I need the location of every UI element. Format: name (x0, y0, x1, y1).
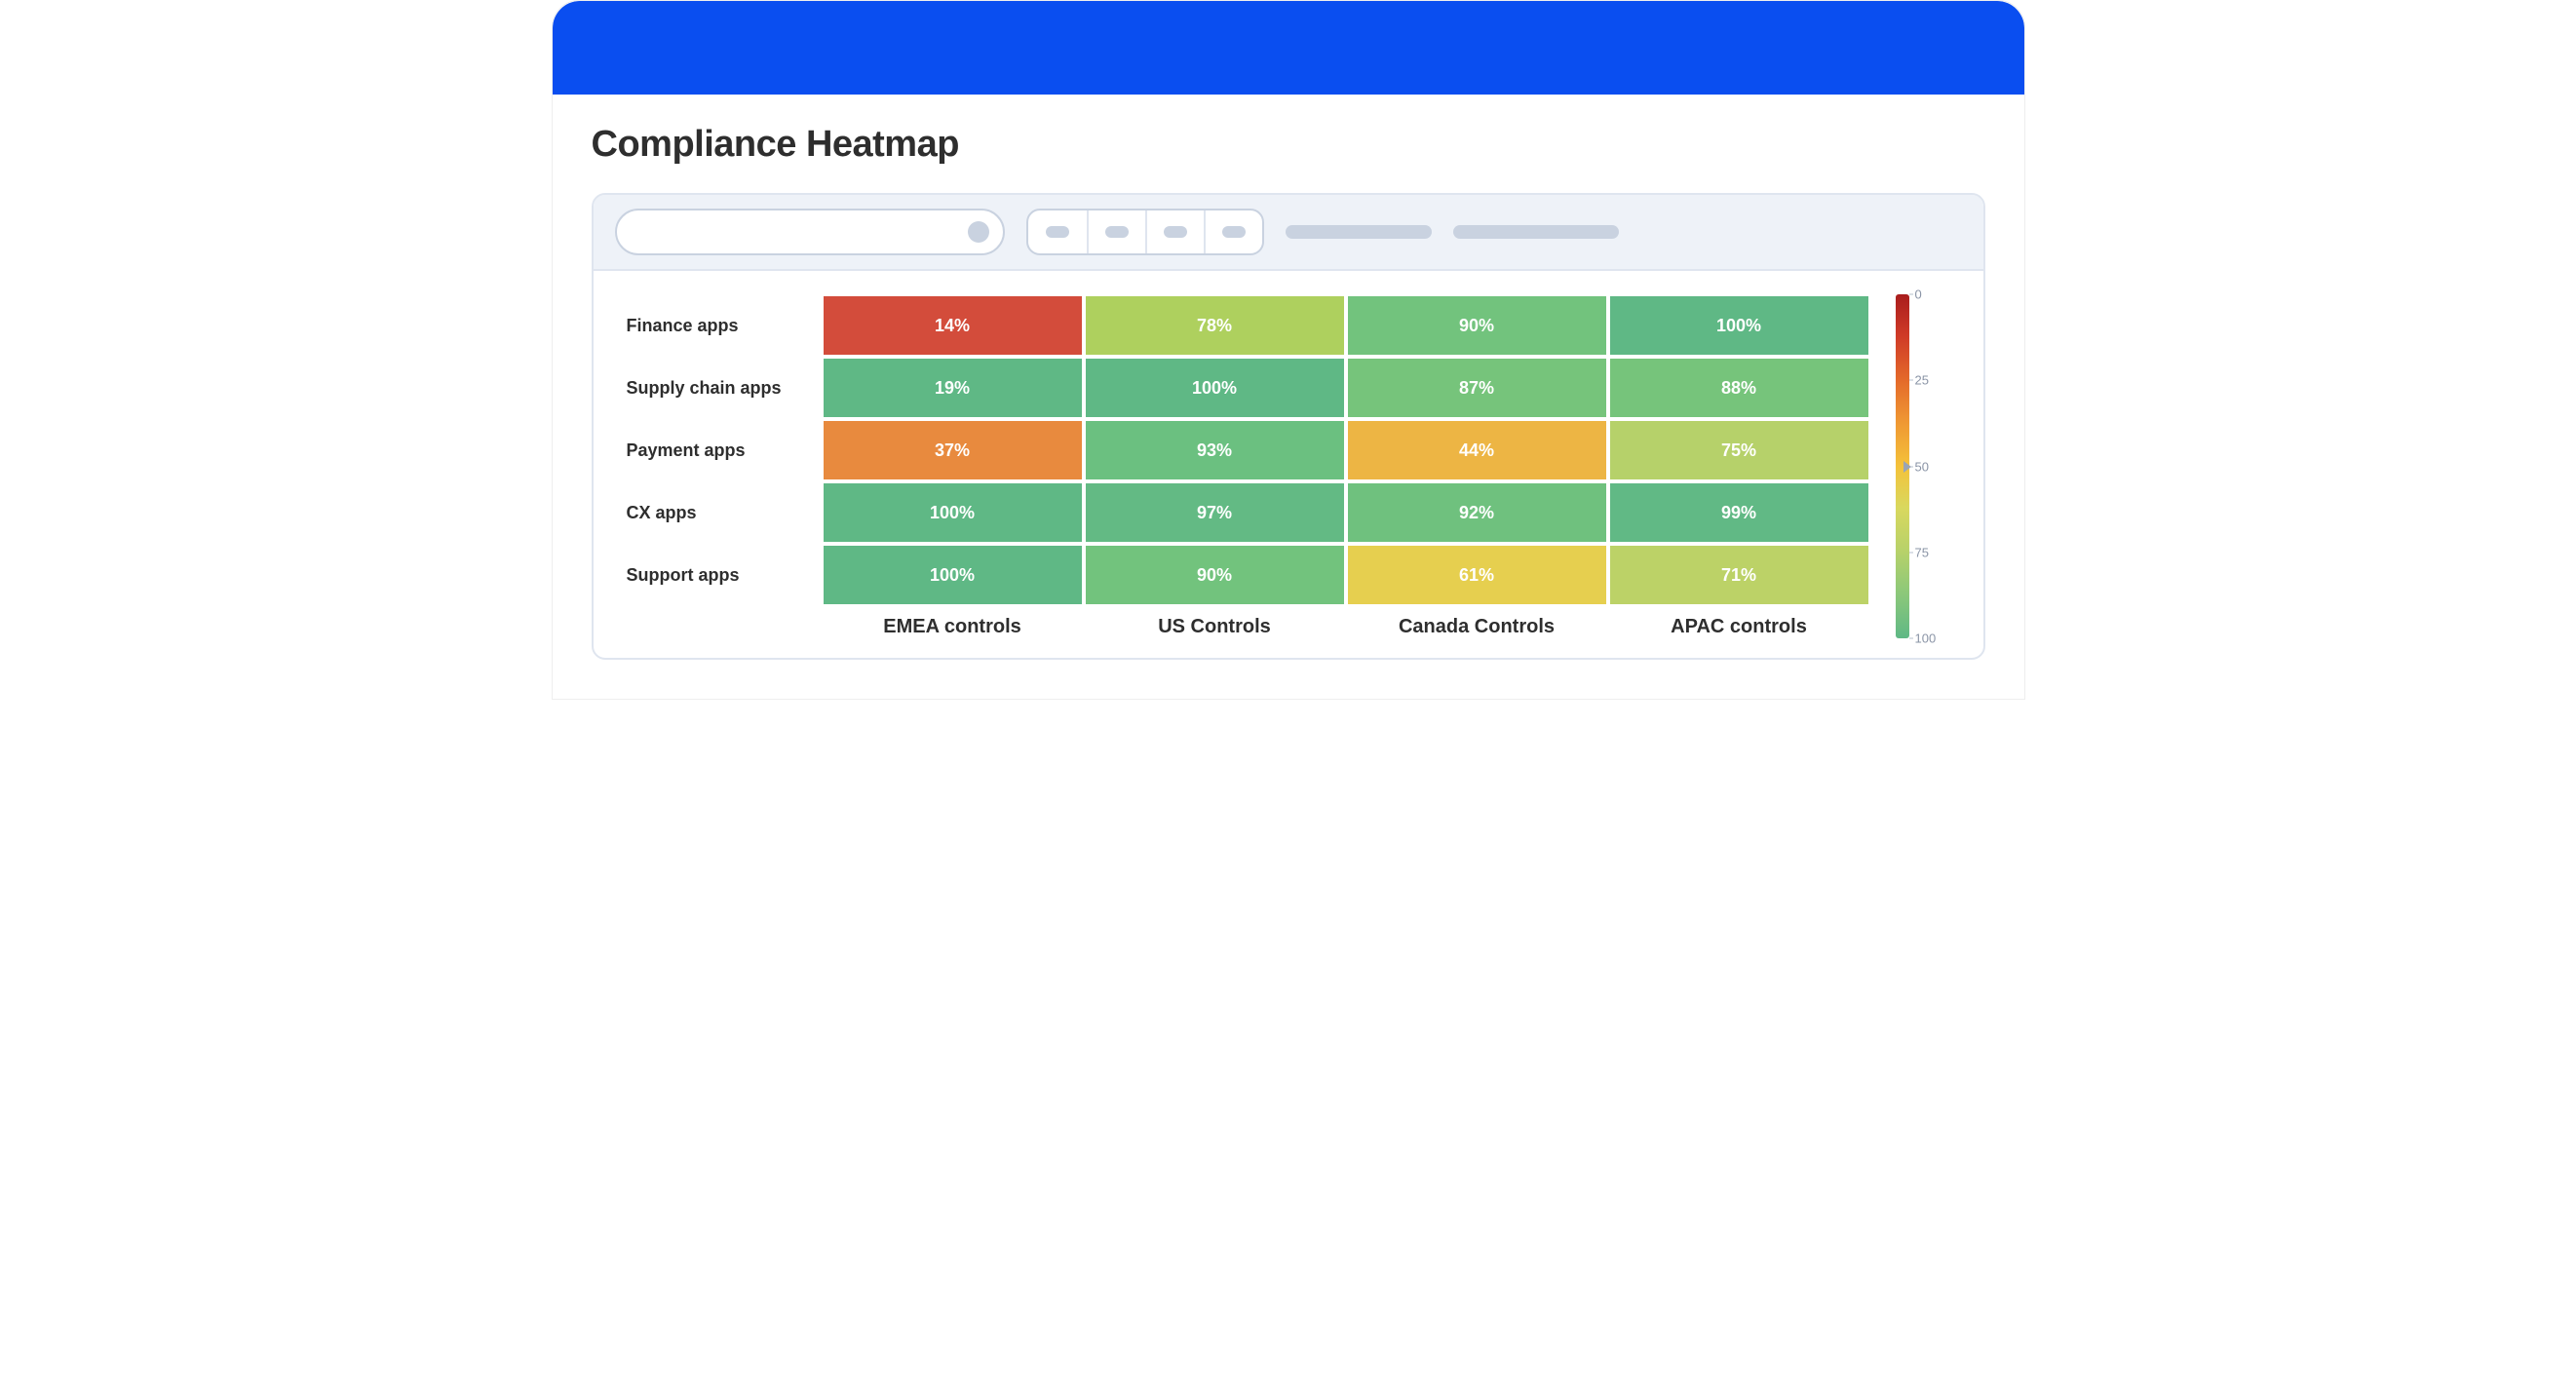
heatmap-panel: Finance apps14%78%90%100%Supply chain ap… (592, 193, 1985, 660)
heatmap-cell[interactable]: 87% (1346, 357, 1608, 419)
heatmap-cell[interactable]: 100% (1084, 357, 1346, 419)
view-toggle-group (1026, 209, 1264, 255)
heatmap-cell[interactable]: 99% (1608, 481, 1870, 544)
heatmap-cell[interactable]: 100% (1608, 294, 1870, 357)
heatmap-grid-wrap: Finance apps14%78%90%100%Supply chain ap… (627, 294, 1870, 638)
row-label: CX apps (627, 481, 822, 544)
column-label: EMEA controls (822, 616, 1084, 638)
heatmap-cell[interactable]: 90% (1084, 544, 1346, 606)
heatmap-cell[interactable]: 92% (1346, 481, 1608, 544)
heatmap-cell[interactable]: 75% (1608, 419, 1870, 481)
legend-marker-icon (1903, 461, 1911, 473)
toolbar (594, 195, 1983, 271)
app-frame: Compliance Heatmap Finance apps14%78%90%… (552, 0, 2025, 700)
heatmap-grid: Finance apps14%78%90%100%Supply chain ap… (627, 294, 1870, 606)
heatmap-cell[interactable]: 37% (822, 419, 1084, 481)
heatmap-cell[interactable]: 90% (1346, 294, 1608, 357)
toolbar-placeholder-1 (1286, 225, 1432, 239)
heatmap-cell[interactable]: 88% (1608, 357, 1870, 419)
search-input[interactable] (615, 209, 1005, 255)
heatmap-cell[interactable]: 100% (822, 481, 1084, 544)
view-toggle-2[interactable] (1087, 210, 1145, 253)
row-label: Payment apps (627, 419, 822, 481)
toolbar-placeholder-2 (1453, 225, 1619, 239)
legend-tick: 75 (1915, 545, 1929, 559)
legend-tick: 100 (1915, 631, 1937, 646)
row-label: Support apps (627, 544, 822, 606)
page-title: Compliance Heatmap (592, 124, 1985, 166)
color-legend: 0255075100 (1896, 294, 1950, 638)
heatmap-cell[interactable]: 61% (1346, 544, 1608, 606)
heatmap-cell[interactable]: 100% (822, 544, 1084, 606)
column-labels: EMEA controlsUS ControlsCanada ControlsA… (627, 616, 1870, 638)
column-label: US Controls (1084, 616, 1346, 638)
header-bar (553, 1, 2024, 95)
heatmap-cell[interactable]: 78% (1084, 294, 1346, 357)
row-label: Finance apps (627, 294, 822, 357)
legend-tick: 50 (1915, 459, 1929, 474)
content-area: Compliance Heatmap Finance apps14%78%90%… (553, 95, 2024, 699)
row-label: Supply chain apps (627, 357, 822, 419)
heatmap-cell[interactable]: 44% (1346, 419, 1608, 481)
view-toggle-3[interactable] (1145, 210, 1204, 253)
column-label: APAC controls (1608, 616, 1870, 638)
heatmap-cell[interactable]: 71% (1608, 544, 1870, 606)
column-label: Canada Controls (1346, 616, 1608, 638)
legend-tick: 25 (1915, 373, 1929, 388)
view-toggle-1[interactable] (1028, 210, 1087, 253)
heatmap-cell[interactable]: 19% (822, 357, 1084, 419)
heatmap-cell[interactable]: 93% (1084, 419, 1346, 481)
legend-ticks: 0255075100 (1915, 294, 1950, 638)
legend-tick: 0 (1915, 287, 1922, 302)
heatmap-cell[interactable]: 14% (822, 294, 1084, 357)
view-toggle-4[interactable] (1204, 210, 1262, 253)
heatmap-area: Finance apps14%78%90%100%Supply chain ap… (594, 271, 1983, 658)
search-icon (968, 221, 989, 243)
heatmap-cell[interactable]: 97% (1084, 481, 1346, 544)
